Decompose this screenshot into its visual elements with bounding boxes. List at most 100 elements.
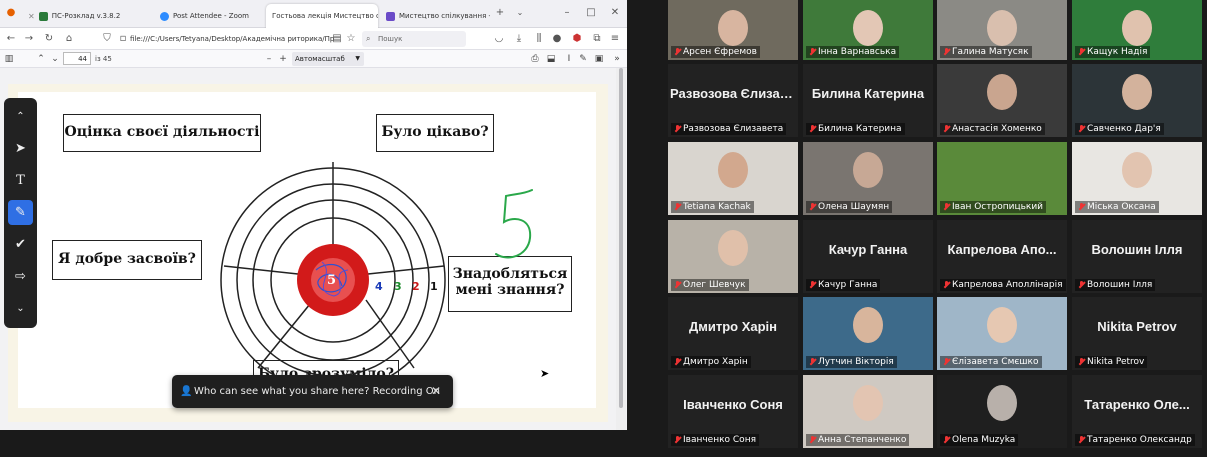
more-tools-icon[interactable]: » [610, 52, 624, 66]
save-icon[interactable]: ⬓ [544, 52, 558, 66]
pdf-toolbar: ▥ ⌃ ⌄ 44 із 45 – + Автомасштаб ▼ ⎙ ⬓ I ✎… [0, 50, 627, 68]
back-icon[interactable]: ← [4, 32, 18, 46]
prev-page-icon[interactable]: ⌃ [34, 52, 48, 66]
participant-tile[interactable]: Волошин Ілля Волошин Ілля [1072, 220, 1202, 293]
print-icon[interactable]: ⎙ [528, 52, 542, 66]
forward-icon[interactable]: → [22, 32, 36, 46]
tab-lecture-pdf[interactable]: Гостьова лекція Мистецтво сп ✕ [266, 4, 378, 28]
participant-tile[interactable]: Olena Muzyka [937, 375, 1067, 448]
collapse-up-icon[interactable]: ⌃ [8, 104, 33, 129]
participant-display-name: Дмитро Харін [688, 319, 778, 334]
participant-face [853, 385, 883, 421]
participant-name: Савченко Дар'я [1087, 124, 1161, 134]
participant-tile[interactable]: Лутчин Вікторія [803, 297, 933, 370]
participant-tile[interactable]: Дмитро Харін Дмитро Харін [668, 297, 798, 370]
new-tab-icon[interactable]: + [493, 6, 507, 20]
participant-tile[interactable]: Анастасія Хоменко [937, 64, 1067, 137]
pen-icon[interactable]: ✎ [8, 200, 33, 225]
page-info-icon[interactable]: ▫ [116, 32, 130, 46]
bookmark-star-icon[interactable]: ☆ [344, 32, 358, 46]
search-placeholder: Пошук [378, 35, 403, 43]
pocket-icon[interactable]: ◡ [492, 32, 506, 46]
participant-name-label: Качур Ганна [806, 279, 881, 291]
image-tool-icon[interactable]: ▣ [592, 52, 606, 66]
participant-tile[interactable]: Капрелова Апо... Капрелова Аполлінарія [937, 220, 1067, 293]
scrollbar-thumb[interactable] [619, 68, 623, 408]
pdf-scrollbar[interactable] [616, 68, 626, 430]
participant-tile[interactable]: Іванченко Соня Іванченко Соня [668, 375, 798, 448]
participant-tile[interactable]: Іван Остропицький [937, 142, 1067, 215]
reload-icon[interactable]: ↻ [42, 32, 56, 46]
tab-schedule[interactable]: ✕ ПС-Розклад v.3.8.2 [22, 4, 132, 28]
ring-number-4: 4 [375, 280, 383, 293]
participant-tile[interactable]: Єлізавета Смєшко [937, 297, 1067, 370]
box-learned: Я добре засвоїв? [52, 240, 202, 280]
reader-view-icon[interactable]: ▤ [330, 32, 344, 46]
participant-tile[interactable]: Інна Варнавська [803, 0, 933, 60]
page-total: із 45 [95, 55, 112, 63]
participant-tile[interactable]: Татаренко Оле... Татаренко Олександр [1072, 375, 1202, 448]
participant-face [987, 307, 1017, 343]
text-tool-icon[interactable]: T [8, 168, 33, 193]
text-tool-icon[interactable]: I [562, 52, 576, 66]
downloads-icon[interactable]: ⤓ [512, 32, 526, 46]
checkmark-icon[interactable]: ✔ [8, 232, 33, 257]
zoom-out-icon[interactable]: – [262, 52, 276, 66]
participant-tile[interactable]: Качур Ганна Качур Ганна [803, 220, 933, 293]
tab-communication[interactable]: Мистецтво спілкування - 8 ✕ [380, 4, 490, 28]
participant-tile[interactable]: Арсен Єфремов [668, 0, 798, 60]
participant-tile[interactable]: Олег Шевчук [668, 220, 798, 293]
participant-face [987, 10, 1017, 46]
tab-label: Мистецтво спілкування - 8 [399, 12, 490, 20]
participant-name: Іванченко Соня [683, 435, 756, 445]
muted-mic-icon [1078, 48, 1085, 56]
participant-name-label: Olena Muzyka [940, 434, 1019, 446]
participant-tile[interactable]: Билина Катерина Билина Катерина [803, 64, 933, 137]
participant-name-label: Билина Катерина [806, 123, 905, 135]
participant-tile[interactable]: Міська Оксана [1072, 142, 1202, 215]
arrow-shape-icon[interactable]: ⇨ [8, 264, 33, 289]
maximize-icon[interactable]: □ [584, 6, 598, 20]
participant-tile[interactable]: Олена Шаумян [803, 142, 933, 215]
participant-name: Лутчин Вікторія [818, 357, 894, 367]
next-page-icon[interactable]: ⌄ [48, 52, 62, 66]
page-number-input[interactable]: 44 [63, 52, 91, 65]
participant-tile[interactable]: Галина Матусяк [937, 0, 1067, 60]
participant-name: Билина Катерина [818, 124, 902, 134]
participant-tile[interactable]: Савченко Дар'я [1072, 64, 1202, 137]
zoom-in-icon[interactable]: + [276, 52, 290, 66]
participant-tile[interactable]: Nikita Petrov Nikita Petrov [1072, 297, 1202, 370]
muted-mic-icon [1078, 125, 1085, 133]
expand-down-icon[interactable]: ⌄ [8, 296, 33, 321]
shield-icon[interactable]: ⛉ [100, 32, 114, 46]
muted-mic-icon [674, 125, 681, 133]
select-pointer-icon[interactable]: ➤ [8, 136, 33, 161]
tab-list-chevron-icon[interactable]: ⌄ [513, 6, 527, 20]
muted-mic-icon [674, 203, 681, 211]
menu-icon[interactable]: ≡ [608, 32, 622, 46]
close-window-icon[interactable]: ✕ [608, 6, 622, 20]
sidebar-toggle-icon[interactable]: ▥ [2, 52, 16, 66]
participant-name: Качур Ганна [818, 280, 878, 290]
home-icon[interactable]: ⌂ [62, 32, 76, 46]
zoom-select[interactable]: Автомасштаб ▼ [292, 52, 364, 66]
close-icon[interactable]: ✕ [431, 375, 441, 408]
participant-name: Галина Матусяк [952, 47, 1029, 57]
participant-tile[interactable]: Tetiana Kachak [668, 142, 798, 215]
firefox-view-icon[interactable]: ● [4, 6, 18, 20]
participant-display-name: Волошин Ілля [1091, 242, 1183, 257]
library-icon[interactable]: ⫼ [532, 32, 546, 46]
participant-tile[interactable]: Кащук Надія [1072, 0, 1202, 60]
adblock-icon[interactable]: ⬢ [570, 32, 584, 46]
search-field[interactable]: ⌕ Пошук [362, 31, 466, 47]
participant-tile[interactable]: Развозова Єлизавета Развозова Єлизавета [668, 64, 798, 137]
muted-mic-icon [809, 358, 816, 366]
account-icon[interactable]: ● [550, 32, 564, 46]
draw-tool-icon[interactable]: ✎ [576, 52, 590, 66]
url-field[interactable]: file:///C:/Users/Tetyana/Desktop/Академі… [130, 31, 356, 47]
tab-zoom[interactable]: Post Attendee - Zoom [154, 4, 264, 28]
participant-tile[interactable]: Анна Степанченко [803, 375, 933, 448]
extensions-icon[interactable]: ⧉ [590, 32, 604, 46]
tab-close-prev-icon[interactable]: ✕ [28, 12, 35, 21]
minimize-icon[interactable]: – [560, 6, 574, 20]
